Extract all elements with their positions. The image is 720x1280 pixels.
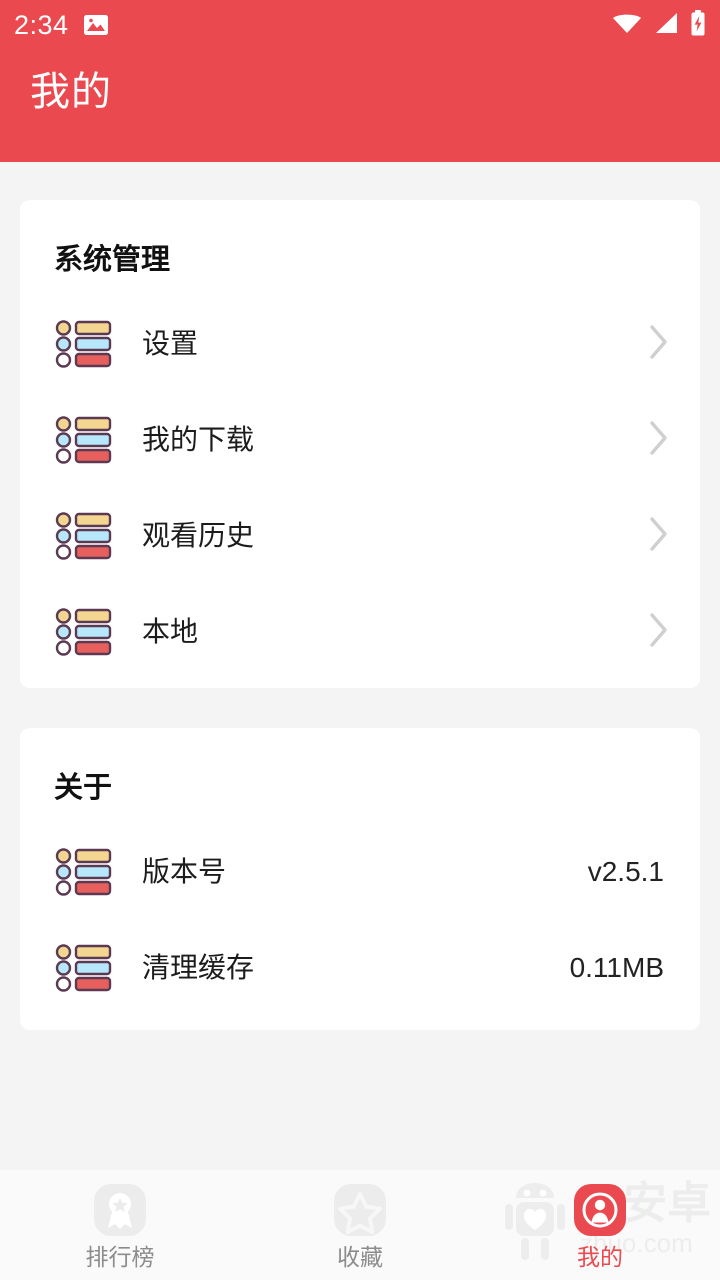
list-icon — [54, 841, 116, 903]
card-about: 关于 版本号 v2.5.1 清理缓存 0.11MB — [20, 728, 700, 1030]
tab-label: 排行榜 — [85, 1244, 155, 1270]
row-label: 观看历史 — [142, 520, 255, 551]
photo-icon — [83, 14, 109, 36]
medal-icon — [91, 1181, 149, 1239]
system-row-list: 设置 我的下载 观看历史 本地 — [20, 296, 700, 680]
chevron-right-icon — [648, 323, 670, 366]
tab-rankings[interactable]: 排行榜 — [0, 1170, 240, 1280]
chevron-right-icon — [648, 515, 670, 558]
list-icon — [54, 505, 116, 567]
row-label: 我的下载 — [142, 424, 255, 455]
wifi-icon — [612, 11, 642, 40]
row-version[interactable]: 版本号 v2.5.1 — [20, 824, 700, 920]
list-icon — [54, 937, 116, 999]
row-settings[interactable]: 设置 — [20, 296, 700, 392]
row-watch-history[interactable]: 观看历史 — [20, 488, 700, 584]
app-header: 2:34 我的 — [0, 0, 720, 162]
status-bar-right — [612, 9, 706, 41]
card-system-management: 系统管理 设置 我的下载 观看历史 本地 — [20, 200, 700, 688]
app-root: 2:34 我的 系统管理 设置 我的下载 观看历史 本地 关于 版本号 v2.5… — [0, 0, 720, 1280]
chevron-right-icon — [648, 419, 670, 462]
row-local[interactable]: 本地 — [20, 584, 700, 680]
tab-favorites[interactable]: 收藏 — [240, 1170, 480, 1280]
star-icon — [331, 1181, 389, 1239]
battery-charging-icon — [690, 9, 706, 41]
row-label: 设置 — [142, 328, 199, 359]
list-icon — [54, 601, 116, 663]
status-bar: 2:34 — [0, 0, 720, 50]
row-value-cache-size: 0.11MB — [569, 952, 664, 983]
about-row-list: 版本号 v2.5.1 清理缓存 0.11MB — [20, 824, 700, 1016]
row-clear-cache[interactable]: 清理缓存 0.11MB — [20, 920, 700, 1016]
tab-label: 收藏 — [337, 1244, 383, 1270]
row-label: 本地 — [142, 616, 199, 647]
section-title-about: 关于 — [54, 772, 113, 804]
status-bar-left: 2:34 — [14, 9, 109, 40]
tab-label: 我的 — [577, 1244, 623, 1270]
row-label: 清理缓存 — [142, 952, 255, 983]
tab-mine[interactable]: 我的 — [480, 1170, 720, 1280]
list-icon — [54, 409, 116, 471]
row-value-version: v2.5.1 — [587, 856, 664, 887]
bottom-navigation-bar: 排行榜 收藏 我的 — [0, 1170, 720, 1280]
chevron-right-icon — [648, 611, 670, 654]
person-icon — [571, 1181, 629, 1239]
section-title-system: 系统管理 — [54, 244, 171, 276]
signal-icon — [653, 11, 679, 40]
row-label: 版本号 — [142, 856, 227, 887]
list-icon — [54, 313, 116, 375]
page-title: 我的 — [30, 70, 112, 114]
row-my-downloads[interactable]: 我的下载 — [20, 392, 700, 488]
status-time: 2:34 — [14, 9, 69, 40]
